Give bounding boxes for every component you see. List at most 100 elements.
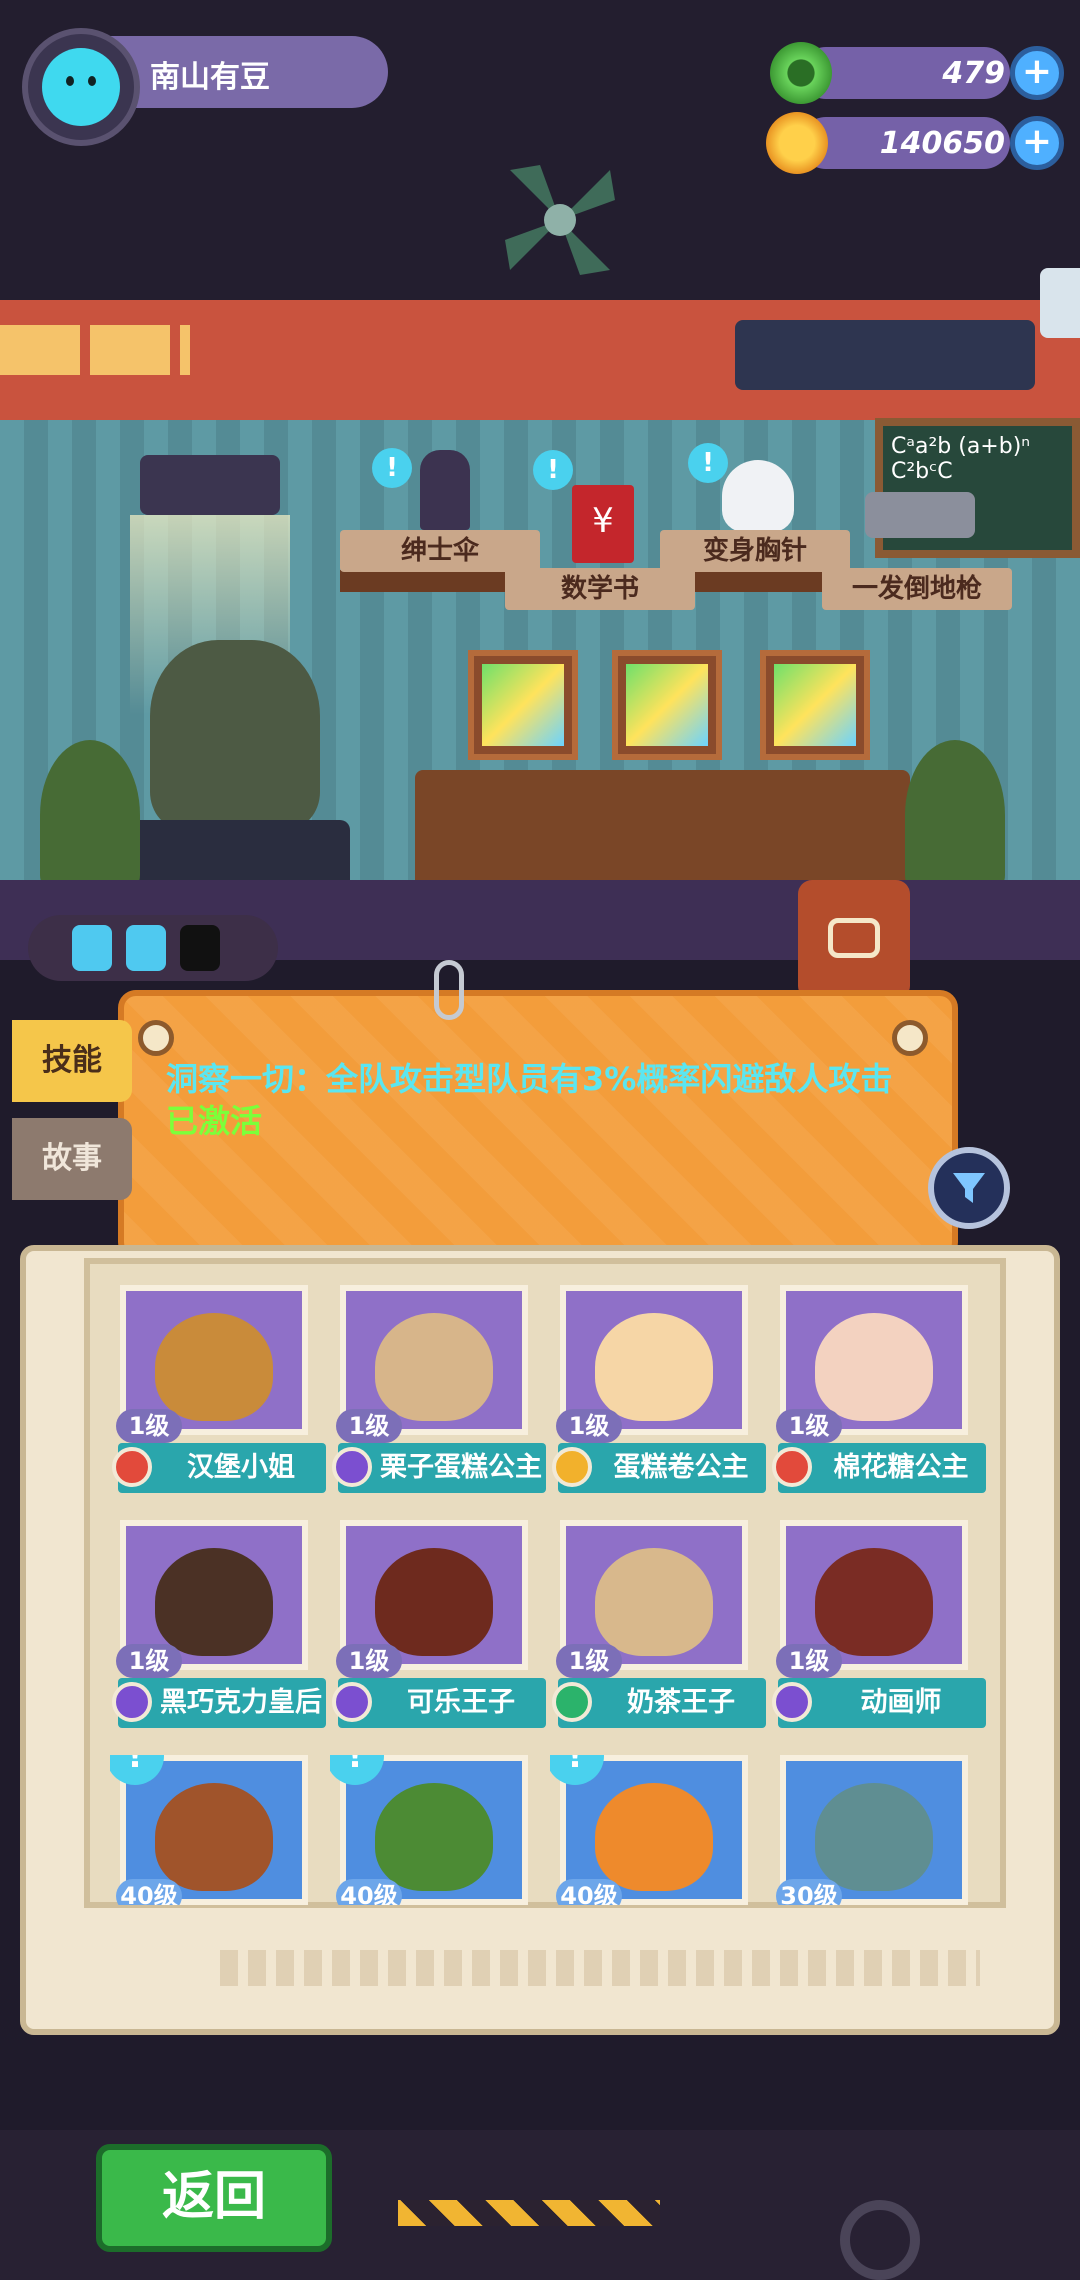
level-badge: 1级 — [116, 1409, 182, 1443]
character-card[interactable]: 40级! — [550, 1755, 758, 1905]
tab-story[interactable]: 故事 — [12, 1118, 132, 1200]
character-portrait — [155, 1313, 273, 1421]
item-label: 一发倒地枪 — [822, 568, 1012, 610]
level-badge: 40级 — [116, 1879, 182, 1905]
gun-icon[interactable] — [865, 492, 975, 538]
battery-empty-icon — [180, 925, 220, 971]
gear-icon — [840, 2200, 920, 2280]
level-badge: 30级 — [776, 1879, 842, 1905]
level-badge: 1级 — [556, 1409, 622, 1443]
portrait-frame[interactable] — [468, 650, 578, 760]
character-portrait — [815, 1783, 933, 1891]
character-card[interactable]: 1级蛋糕卷公主 — [550, 1285, 766, 1495]
book-icon[interactable]: ¥ — [572, 485, 634, 563]
chat-bubble-button[interactable] — [798, 880, 910, 1000]
cat-face-icon — [42, 48, 120, 126]
character-name: 可乐王子 — [407, 1687, 515, 1718]
name-bar: 奶茶王子 — [552, 1678, 766, 1728]
character-portrait — [595, 1548, 713, 1656]
character-card[interactable]: 30级 — [770, 1755, 978, 1905]
blurred-caption — [220, 1950, 980, 1986]
level-badge: 1级 — [556, 1644, 622, 1678]
level-badge: 1级 — [336, 1409, 402, 1443]
faction-badge-icon — [112, 1682, 152, 1722]
ghost-display — [735, 320, 1035, 390]
item-label: 绅士伞 — [340, 530, 540, 572]
character-portrait — [815, 1548, 933, 1656]
character-card[interactable]: 40级! — [110, 1755, 318, 1905]
player-avatar[interactable] — [22, 28, 140, 146]
faction-badge-icon — [552, 1682, 592, 1722]
name-bar: 可乐王子 — [332, 1678, 546, 1728]
character-portrait — [375, 1313, 493, 1421]
add-coin-button[interactable]: + — [1010, 116, 1064, 170]
rivet — [138, 1020, 174, 1056]
character-portrait — [595, 1783, 713, 1891]
character-card[interactable]: 1级 可乐王子 — [330, 1520, 546, 1730]
item-label: 数学书 — [505, 568, 695, 610]
plant-icon — [905, 740, 1005, 890]
skill-description: 洞察一切：全队攻击型队员有3%概率闪避敌人攻击 已激活 — [166, 1060, 893, 1140]
character-card[interactable]: 1级 黑巧克力皇后 — [110, 1520, 326, 1730]
level-badge: 1级 — [776, 1409, 842, 1443]
skull-icon[interactable] — [722, 460, 794, 532]
character-portrait — [595, 1313, 713, 1421]
battery-icon — [126, 925, 166, 971]
character-name: 汉堡小姐 — [187, 1452, 295, 1483]
player-name: 南山有豆 — [150, 60, 270, 95]
character-card[interactable]: 1级栗子蛋糕公主 — [330, 1285, 546, 1495]
character-card[interactable]: 1级 动画师 — [770, 1520, 986, 1730]
planet-coin-icon — [766, 112, 828, 174]
name-bar: 黑巧克力皇后 — [112, 1678, 326, 1728]
character-portrait — [815, 1313, 933, 1421]
back-button[interactable]: 返回 — [96, 2144, 332, 2252]
name-bar: 栗子蛋糕公主 — [332, 1443, 546, 1493]
portrait-frame[interactable] — [760, 650, 870, 760]
robot-character[interactable] — [150, 640, 320, 830]
character-card[interactable]: 1级棉花糖公主 — [770, 1285, 986, 1495]
name-bar: 汉堡小姐 — [112, 1443, 326, 1493]
gem-value: 479 — [942, 56, 1005, 91]
chat-bubble-icon — [828, 918, 880, 958]
name-bar: 动画师 — [772, 1678, 986, 1728]
paper-clip-icon — [434, 960, 464, 1020]
faction-badge-icon — [332, 1682, 372, 1722]
faction-badge-icon — [772, 1682, 812, 1722]
faction-badge-icon — [772, 1447, 812, 1487]
level-badge: 1级 — [776, 1644, 842, 1678]
character-name: 栗子蛋糕公主 — [380, 1452, 542, 1483]
level-badge: 1级 — [116, 1644, 182, 1678]
faction-badge-icon — [552, 1447, 592, 1487]
side-tab[interactable] — [1040, 268, 1080, 338]
character-name: 动画师 — [860, 1687, 942, 1718]
character-portrait — [155, 1548, 273, 1656]
character-card[interactable]: 1级 奶茶王子 — [550, 1520, 766, 1730]
faction-badge-icon — [112, 1447, 152, 1487]
level-badge: 1级 — [336, 1644, 402, 1678]
skill-status: 已激活 — [166, 1102, 263, 1140]
hazard-stripe — [398, 2200, 660, 2226]
rivet — [892, 1020, 928, 1056]
battery-icon — [72, 925, 112, 971]
filter-icon — [953, 1173, 985, 1203]
hint-bubble[interactable]: ! — [372, 448, 412, 488]
name-bar: 蛋糕卷公主 — [552, 1443, 766, 1493]
faction-badge-icon — [332, 1447, 372, 1487]
character-portrait — [155, 1783, 273, 1891]
plant-icon — [40, 740, 140, 890]
tab-skill[interactable]: 技能 — [12, 1020, 132, 1102]
character-portrait — [375, 1783, 493, 1891]
character-card[interactable]: 1级 汉堡小姐 — [110, 1285, 326, 1495]
character-name: 棉花糖公主 — [833, 1452, 969, 1483]
character-card[interactable]: 40级! — [330, 1755, 538, 1905]
portrait-frame[interactable] — [612, 650, 722, 760]
hint-bubble[interactable]: ! — [533, 450, 573, 490]
character-name: 奶茶王子 — [627, 1687, 735, 1718]
filter-button[interactable] — [928, 1147, 1010, 1229]
level-badge: 40级 — [336, 1879, 402, 1905]
add-gem-button[interactable]: + — [1010, 46, 1064, 100]
umbrella-icon[interactable] — [420, 450, 470, 530]
hint-bubble[interactable]: ! — [688, 443, 728, 483]
name-bar: 棉花糖公主 — [772, 1443, 986, 1493]
character-name: 蛋糕卷公主 — [613, 1452, 749, 1483]
